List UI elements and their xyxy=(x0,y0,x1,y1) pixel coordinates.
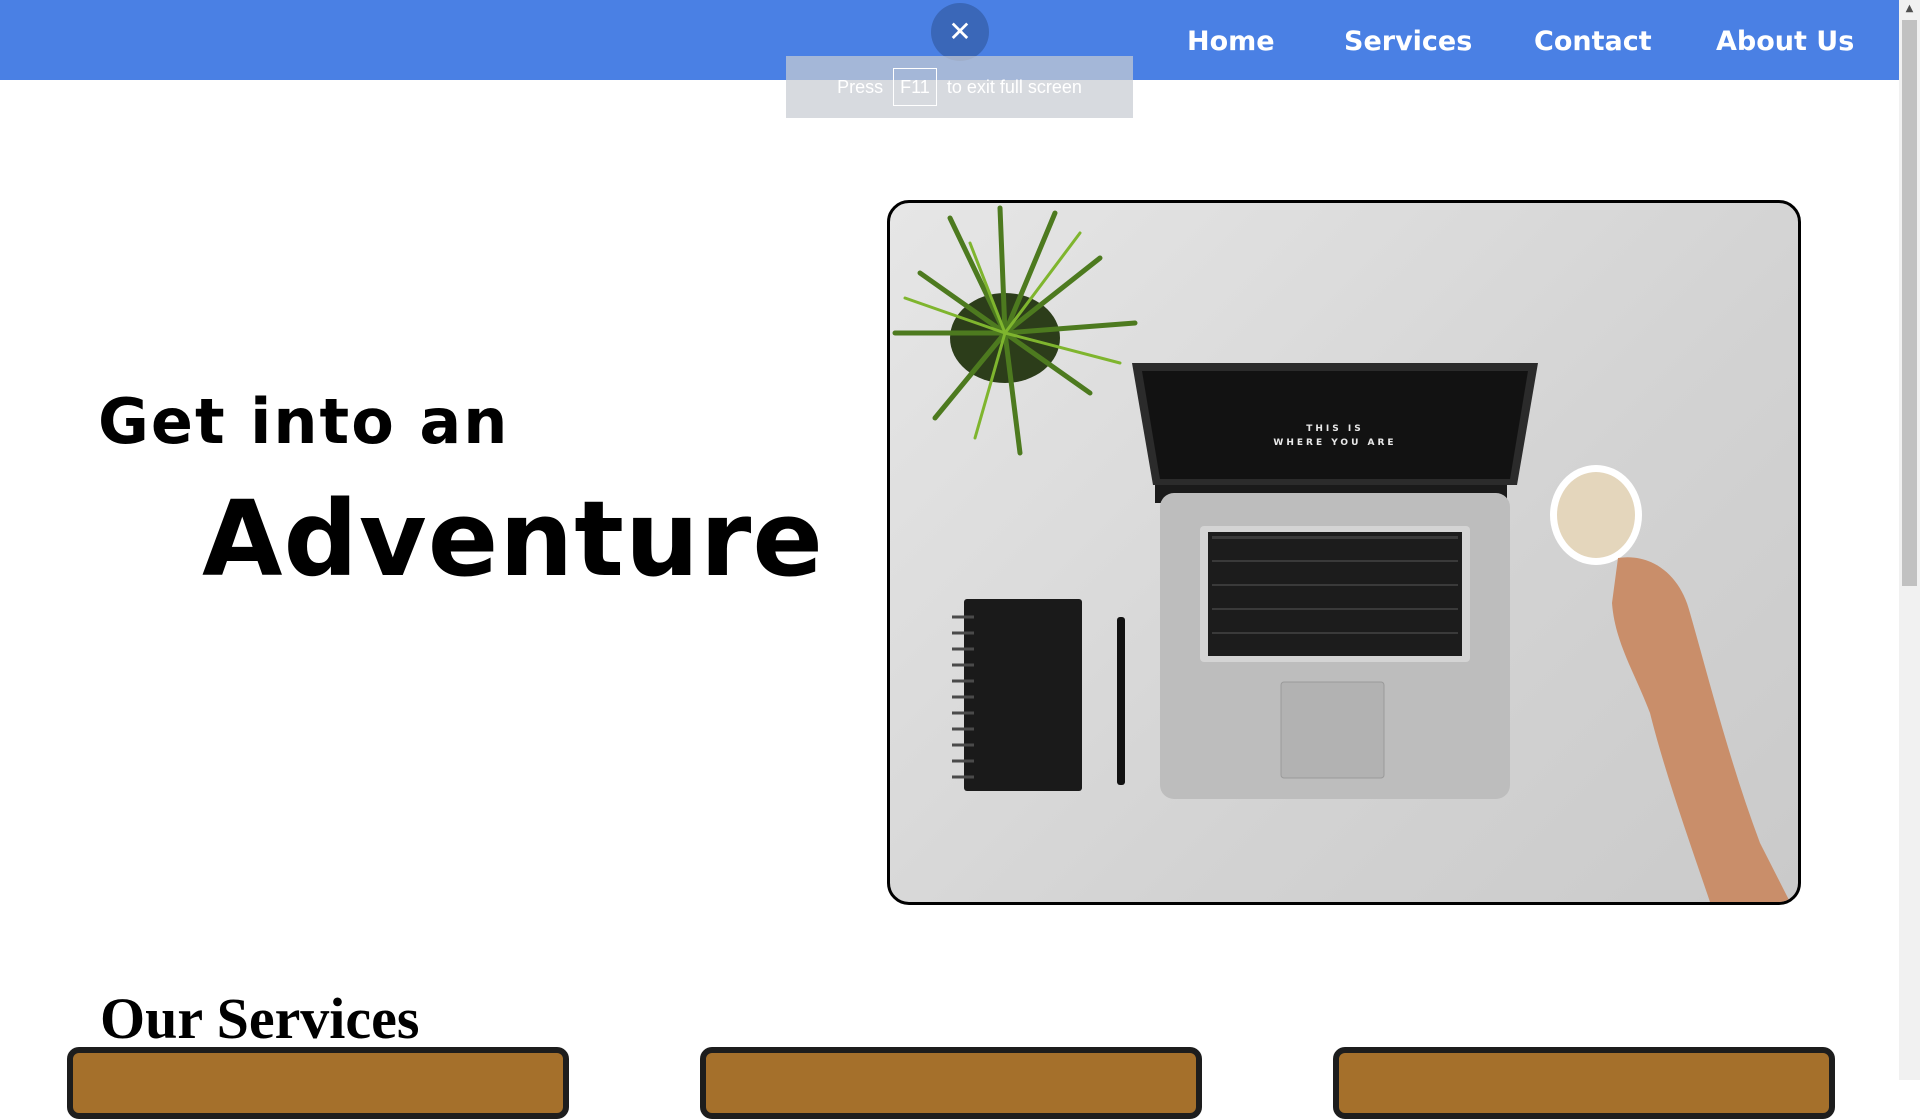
coffee-cup-illustration xyxy=(1550,465,1642,565)
scroll-up-arrow-icon[interactable]: ▲ xyxy=(1899,0,1920,18)
notebook-illustration xyxy=(952,599,1082,791)
services-heading: Our Services xyxy=(100,986,420,1052)
exit-fullscreen-close-button[interactable]: ✕ xyxy=(931,3,989,61)
nav-link-services[interactable]: Services xyxy=(1344,0,1472,80)
hand-illustration xyxy=(1612,557,1790,902)
service-card[interactable] xyxy=(1333,1047,1835,1119)
nav-link-contact[interactable]: Contact xyxy=(1534,0,1652,80)
nav-link-home[interactable]: Home xyxy=(1187,0,1275,80)
vertical-scrollbar[interactable]: ▲ xyxy=(1899,0,1920,1080)
nav-link-about-us[interactable]: About Us xyxy=(1716,0,1854,80)
plant-illustration xyxy=(892,205,1138,456)
hero-image: THIS IS WHERE YOU ARE xyxy=(887,200,1801,905)
hero-heading-line1: Get into an xyxy=(98,385,510,458)
close-icon: ✕ xyxy=(948,15,972,48)
laptop-screen-line1: THIS IS xyxy=(1306,424,1363,434)
laptop-illustration: THIS IS WHERE YOU ARE xyxy=(1132,363,1538,799)
hero-heading-line2: Adventure xyxy=(202,478,824,600)
pen-illustration xyxy=(1117,617,1125,785)
service-card[interactable] xyxy=(700,1047,1202,1119)
fullscreen-notice: Press F11 to exit full screen xyxy=(786,56,1133,118)
fullscreen-notice-prefix: Press xyxy=(837,76,884,97)
scrollbar-thumb[interactable] xyxy=(1902,20,1917,586)
fullscreen-notice-key: F11 xyxy=(893,68,937,106)
laptop-screen-line2: WHERE YOU ARE xyxy=(1273,438,1396,448)
fullscreen-notice-suffix: to exit full screen xyxy=(946,76,1082,97)
service-card[interactable] xyxy=(67,1047,569,1119)
